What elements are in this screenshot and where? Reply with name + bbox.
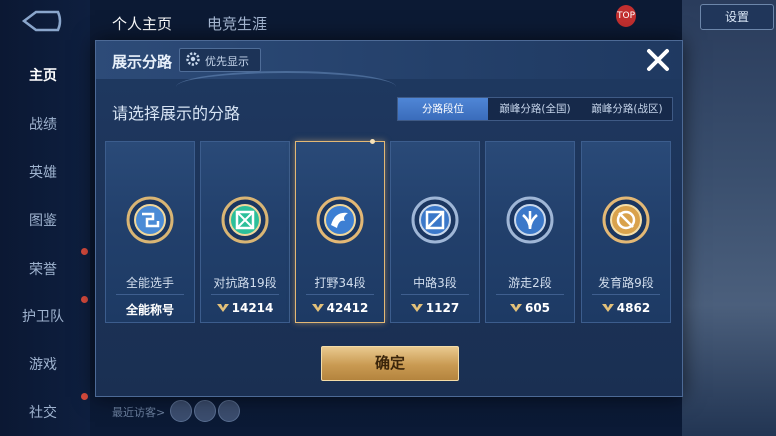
clash-lane-emblem-icon [221,196,269,244]
lane-stat-value: 1127 [425,301,460,315]
settings-button[interactable]: 设置 [700,4,774,30]
lane-stat: 全能称号 [106,301,194,318]
lane-stat-value: 14214 [231,301,274,315]
lane-stat-value: 42412 [326,301,369,315]
sidebar-item-guard[interactable]: 护卫队 [0,306,86,326]
lane-stat-value: 全能称号 [125,303,174,317]
confirm-button[interactable]: 确定 [321,346,459,381]
hero-artwork-area [682,0,776,436]
top-badge: TOP [616,5,636,27]
lane-stat-value: 4862 [616,301,651,315]
priority-display-button[interactable]: 优先显示 [179,48,261,72]
lane-display-dialog: 展示分路 优先显示 请选择展示的分路 分路段位 巅峰分路(全国) 巅峰分路(战区… [95,40,683,397]
notification-dot [81,393,88,400]
avatar[interactable] [218,400,240,422]
sidebar-item-records[interactable]: 战绩 [0,114,86,134]
lane-stat: 605 [486,301,574,315]
sidebar-item-heroes[interactable]: 英雄 [0,162,86,182]
tab-peak-region[interactable]: 巅峰分路(战区) [582,98,672,120]
lane-card-all-role[interactable]: 全能选手 全能称号 [105,141,195,323]
avatar[interactable] [194,400,216,422]
lane-name: 中路3段 [413,276,457,290]
back-logo-icon[interactable] [18,8,64,34]
proficiency-icon [410,304,423,312]
lane-stat: 4862 [582,301,670,315]
lane-stat: 1127 [391,301,479,315]
sidebar-item-games[interactable]: 游戏 [0,354,86,374]
farm-lane-emblem-icon [602,196,650,244]
sidebar-item-codex[interactable]: 图鉴 [0,210,86,230]
divider [116,294,184,295]
decorative-swirl [176,71,396,103]
dialog-subtitle: 请选择展示的分路 [112,104,241,123]
divider [401,294,469,295]
sidebar: 主页 战绩 英雄 图鉴 荣誉 护卫队 游戏 社交 [0,0,90,436]
lane-name: 全能选手 [125,276,174,290]
lane-type-tabs: 分路段位 巅峰分路(全国) 巅峰分路(战区) [397,97,673,121]
lane-card-clash[interactable]: 对抗路19段 14214 [200,141,290,323]
divider [306,294,374,295]
lane-name: 对抗路19段 [213,276,277,290]
selection-sparkle [370,139,375,144]
proficiency-icon [509,304,522,312]
sidebar-item-home[interactable]: 主页 [0,65,86,85]
lane-name: 打野34段 [314,276,366,290]
lane-card-mid[interactable]: 中路3段 1127 [390,141,480,323]
gear-icon [186,52,200,66]
lane-card-jungle[interactable]: 打野34段 42412 [295,139,385,323]
notification-dot [81,248,88,255]
avatar[interactable] [170,400,192,422]
notification-dot [81,296,88,303]
roam-emblem-icon [506,196,554,244]
divider [592,294,660,295]
sidebar-item-social[interactable]: 社交 [0,402,86,422]
dialog-title: 展示分路 [112,53,173,71]
proficiency-icon [601,304,614,312]
proficiency-icon [216,304,229,312]
lane-stat: 14214 [201,301,289,315]
all-role-emblem-icon [126,196,174,244]
mid-lane-emblem-icon [411,196,459,244]
lane-name: 游走2段 [508,276,552,290]
tab-peak-national[interactable]: 巅峰分路(全国) [489,98,581,120]
lane-card-roam[interactable]: 游走2段 605 [485,141,575,323]
priority-label: 优先显示 [205,55,249,68]
tab-profile[interactable]: 个人主页 [112,13,172,34]
recent-visitors-link[interactable]: 最近访客> [112,404,165,420]
proficiency-icon [311,304,324,312]
lane-card-farm[interactable]: 发育路9段 4862 [581,141,671,323]
lane-stat-value: 605 [524,301,551,315]
jungle-emblem-icon [316,196,364,244]
divider [211,294,279,295]
tab-esports-career[interactable]: 电竞生涯 [207,13,267,34]
lane-name: 发育路9段 [598,276,654,290]
close-icon[interactable] [643,45,673,75]
lane-stat: 42412 [296,301,384,315]
divider [496,294,564,295]
tab-lane-rank[interactable]: 分路段位 [398,98,488,120]
sidebar-item-honor[interactable]: 荣誉 [0,259,86,279]
